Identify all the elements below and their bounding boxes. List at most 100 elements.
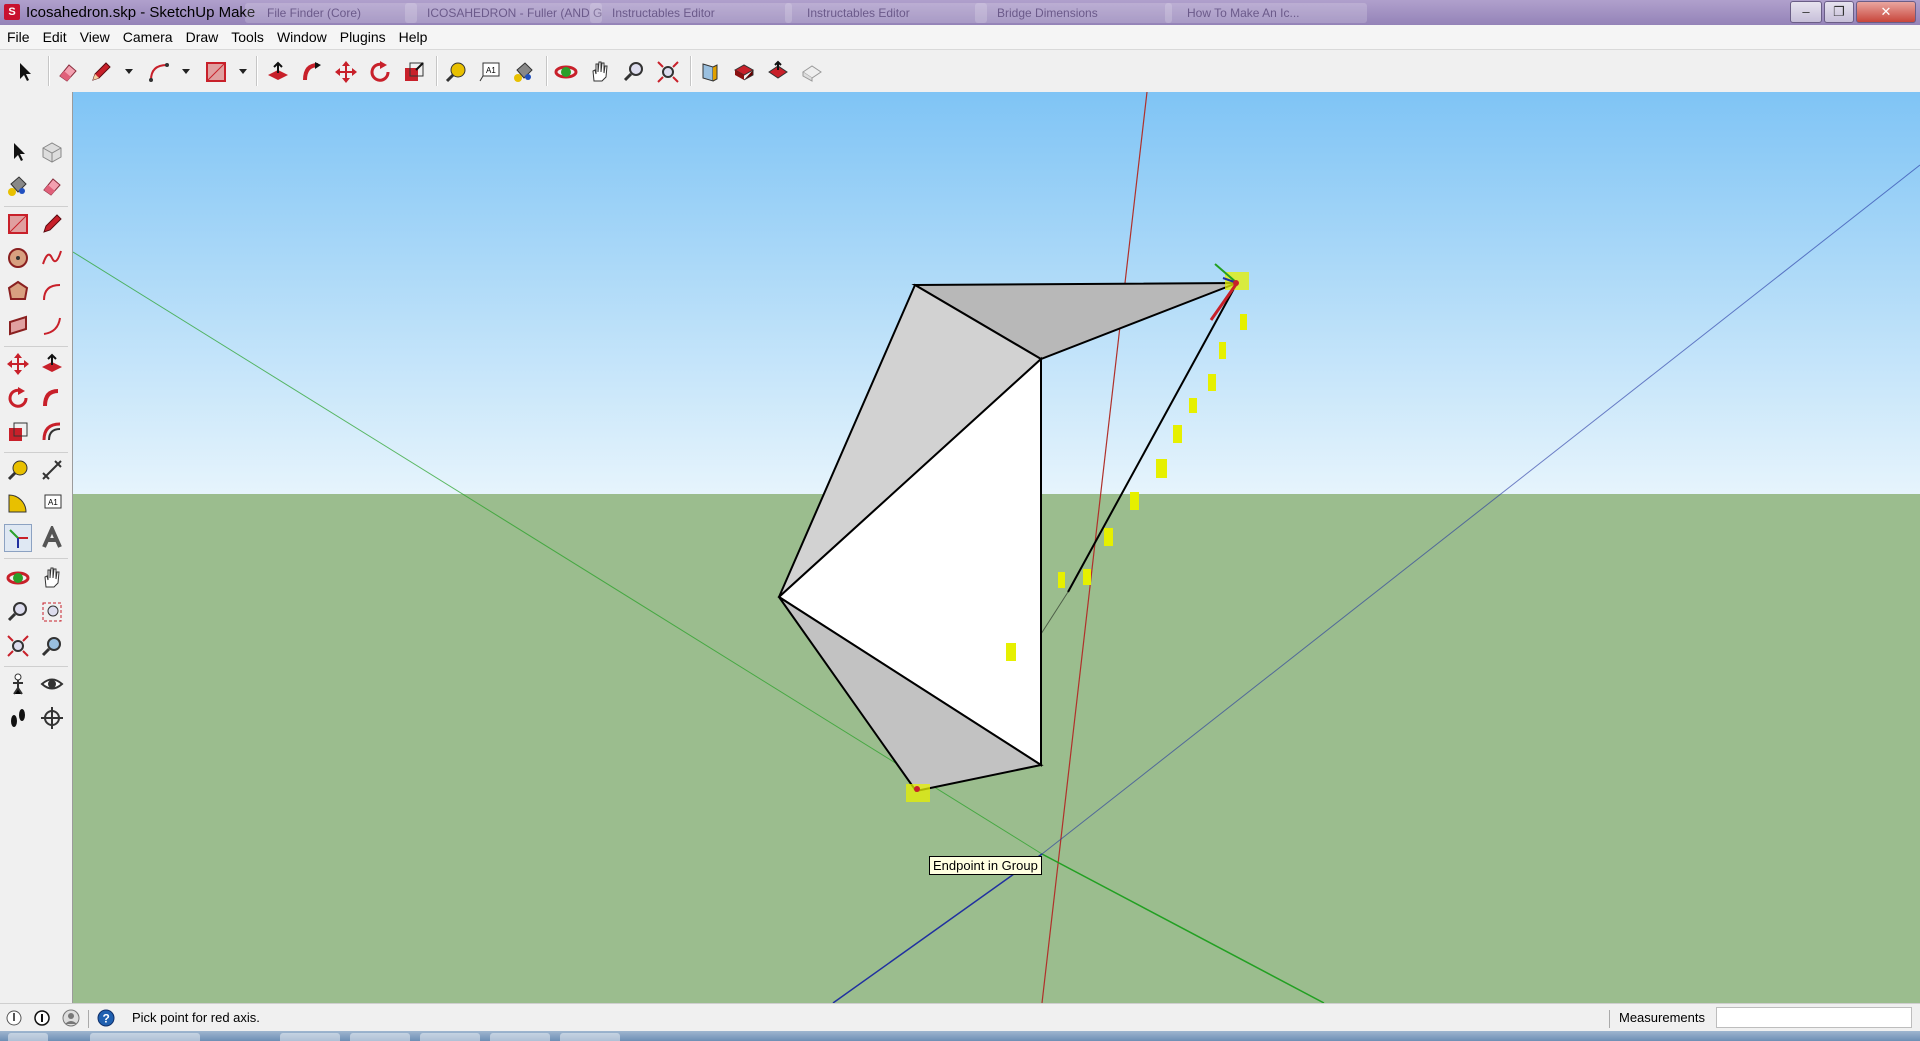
move-icon[interactable] (333, 59, 359, 85)
get-models-icon[interactable] (731, 59, 757, 85)
position-camera-icon[interactable] (4, 670, 32, 698)
large-tool-set: A1 (0, 92, 73, 1003)
measurements-input[interactable] (1716, 1007, 1912, 1028)
geo-location-icon[interactable] (5, 1009, 23, 1027)
select-icon[interactable] (4, 138, 32, 166)
previous-view-icon[interactable] (38, 632, 66, 660)
protractor-icon[interactable] (4, 490, 32, 518)
walk-icon[interactable] (4, 704, 32, 732)
maximize-button[interactable]: ❐ (1824, 1, 1854, 23)
svg-text:?: ? (103, 1012, 110, 1026)
arc-icon[interactable] (146, 59, 172, 85)
close-button[interactable]: ✕ (1856, 1, 1916, 23)
text-icon[interactable]: A1 (38, 490, 66, 518)
look-around-icon[interactable] (38, 670, 66, 698)
taskbar-button[interactable] (420, 1033, 480, 1041)
measurements-label: Measurements (1619, 1010, 1705, 1025)
share-component-icon[interactable] (799, 59, 825, 85)
menu-camera[interactable]: Camera (117, 25, 179, 49)
taskbar-button[interactable] (350, 1033, 410, 1041)
background-tab[interactable]: Instructables Editor (590, 3, 792, 23)
offset-icon[interactable] (38, 418, 66, 446)
text-icon[interactable]: A1 (477, 59, 503, 85)
taskbar-button[interactable] (560, 1033, 620, 1041)
scale-icon[interactable] (401, 59, 427, 85)
toolbar-separator (546, 56, 548, 86)
select-icon[interactable] (12, 59, 38, 85)
background-tab[interactable]: File Finder (Core) (245, 3, 417, 23)
user-account-icon[interactable] (62, 1009, 80, 1027)
zoom-icon[interactable] (621, 59, 647, 85)
section-plane-icon[interactable] (38, 704, 66, 732)
rectangle-icon[interactable] (4, 210, 32, 238)
rectangle-icon[interactable] (203, 59, 229, 85)
menu-window[interactable]: Window (271, 25, 333, 49)
axes-icon[interactable] (4, 524, 32, 552)
help-icon[interactable]: ? (97, 1009, 115, 1027)
taskbar-button[interactable] (280, 1033, 340, 1041)
menu-file[interactable]: File (1, 25, 36, 49)
paint-bucket-icon[interactable] (4, 172, 32, 200)
menu-help[interactable]: Help (393, 25, 434, 49)
taskbar-button[interactable] (90, 1033, 200, 1041)
move-icon[interactable] (4, 350, 32, 378)
taskbar-button[interactable] (490, 1033, 550, 1041)
menu-tools[interactable]: Tools (225, 25, 270, 49)
toolbar-separator (256, 56, 258, 86)
line-icon[interactable] (38, 210, 66, 238)
zoom-icon[interactable] (4, 598, 32, 626)
chevron-down-icon[interactable] (124, 66, 134, 76)
circle-icon[interactable] (4, 244, 32, 272)
menu-edit[interactable]: Edit (37, 25, 73, 49)
chevron-down-icon[interactable] (238, 66, 248, 76)
tape-measure-icon[interactable] (443, 59, 469, 85)
zoom-extents-icon[interactable] (4, 632, 32, 660)
3d-text-icon[interactable] (38, 524, 66, 552)
background-tab[interactable]: Bridge Dimensions (975, 3, 1172, 23)
follow-me-icon[interactable] (38, 384, 66, 412)
rotate-icon[interactable] (4, 384, 32, 412)
pencil-icon[interactable] (88, 59, 114, 85)
menu-plugins[interactable]: Plugins (334, 25, 392, 49)
toolbar-separator (4, 206, 68, 207)
paint-bucket-icon[interactable] (511, 59, 537, 85)
freehand-icon[interactable] (38, 244, 66, 272)
orbit-icon[interactable] (4, 564, 32, 592)
menu-view[interactable]: View (74, 25, 116, 49)
orbit-icon[interactable] (553, 59, 579, 85)
zoom-extents-icon[interactable] (655, 59, 681, 85)
share-model-icon[interactable] (765, 59, 791, 85)
scale-icon[interactable] (4, 418, 32, 446)
push-pull-icon[interactable] (38, 350, 66, 378)
tape-measure-icon[interactable] (4, 456, 32, 484)
section-plane-icon[interactable] (697, 59, 723, 85)
eraser-icon[interactable] (38, 172, 66, 200)
zoom-window-icon[interactable] (38, 598, 66, 626)
toolbar-separator (4, 452, 68, 453)
start-button[interactable] (8, 1033, 48, 1041)
status-bar: ? Pick point for red axis. Measurements (0, 1003, 1920, 1032)
menu-draw[interactable]: Draw (180, 25, 225, 49)
rotated-rectangle-icon[interactable] (4, 312, 32, 340)
two-point-arc-icon[interactable] (38, 312, 66, 340)
chevron-down-icon[interactable] (181, 66, 191, 76)
background-tab[interactable]: ICOSAHEDRON - Fuller (AND GEO... (405, 3, 602, 23)
make-component-icon[interactable] (38, 138, 66, 166)
background-tab[interactable]: Instructables Editor (785, 3, 987, 23)
follow-me-icon[interactable] (299, 59, 325, 85)
background-tab[interactable]: How To Make An Ic... (1165, 3, 1367, 23)
credits-icon[interactable] (33, 1009, 51, 1027)
pan-icon[interactable] (38, 564, 66, 592)
arc-icon[interactable] (38, 278, 66, 306)
minimize-button[interactable]: – (1790, 1, 1822, 23)
title-bar: S Icosahedron.skp - SketchUp Make File F… (0, 0, 1920, 25)
dimension-icon[interactable] (38, 456, 66, 484)
polygon-icon[interactable] (4, 278, 32, 306)
toolbar-separator (4, 666, 68, 667)
pan-icon[interactable] (587, 59, 613, 85)
eraser-icon[interactable] (55, 59, 81, 85)
status-separator (1609, 1010, 1610, 1028)
svg-text:A1: A1 (48, 498, 58, 507)
push-pull-icon[interactable] (265, 59, 291, 85)
rotate-icon[interactable] (367, 59, 393, 85)
